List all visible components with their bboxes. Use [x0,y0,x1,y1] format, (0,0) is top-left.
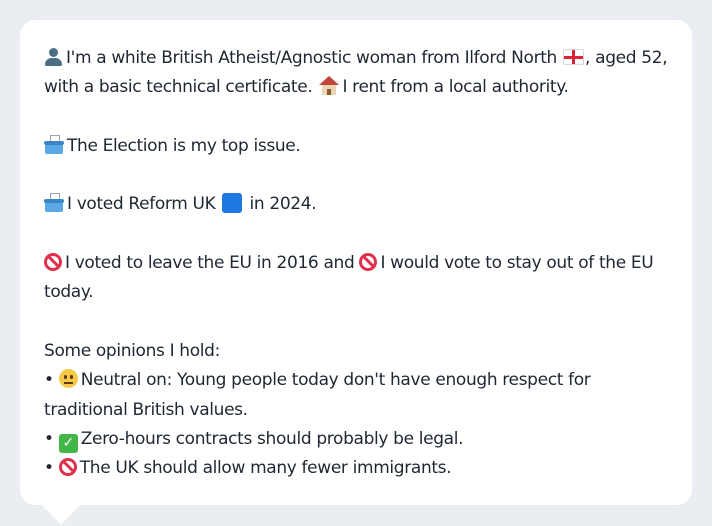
persona-message-bubble: I'm a white British Atheist/Agnostic wom… [20,20,692,505]
opinion-text: Zero-hours contracts should probably be … [80,428,464,449]
bubble-tail [40,503,82,525]
vote-2024-paragraph: I voted Reform UK in 2024. [44,190,668,219]
bullet-marker: • [44,458,54,479]
prohibited-icon [44,253,62,272]
ballot-box-icon [44,134,64,155]
prohibited-icon [58,458,77,477]
opinion-item: • Neutral on: Young people today don't h… [44,366,668,425]
england-flag-icon [563,49,585,65]
top-issue-paragraph: The Election is my top issue. [44,132,668,161]
top-issue-text: The Election is my top issue. [67,135,301,156]
house-icon [319,76,340,96]
blue-square-icon [222,193,243,214]
intro-paragraph: I'm a white British Atheist/Agnostic wom… [44,44,668,103]
opinion-item: • ✓ Zero-hours contracts should probably … [44,425,668,454]
neutral-face-icon [58,369,78,389]
opinion-text: Neutral on: Young people today don't hav… [44,370,591,420]
eu-paragraph: I voted to leave the EU in 2016 and I wo… [44,249,668,308]
ballot-box-icon [44,193,64,213]
opinions-heading: Some opinions I hold: [44,340,220,361]
vote-2024-text-after: in 2024. [249,194,317,215]
opinion-text: The UK should allow many fewer immigrant… [79,458,452,479]
bullet-marker: • [44,370,54,391]
person-silhouette-icon [44,47,63,66]
opinion-item: • The UK should allow many fewer immigra… [44,454,668,483]
bullet-marker: • [44,428,54,449]
eu-text-2016: I voted to leave the EU in 2016 and [65,253,355,274]
vote-2024-text-before: I voted Reform UK [67,194,216,215]
intro-text-identity: I'm a white British Atheist/Agnostic wom… [66,48,557,68]
prohibited-icon [359,253,378,272]
persona-description: I'm a white British Atheist/Agnostic wom… [44,44,668,483]
intro-text-housing: I rent from a local authority. [342,77,569,98]
check-mark-icon: ✓ [58,433,78,453]
